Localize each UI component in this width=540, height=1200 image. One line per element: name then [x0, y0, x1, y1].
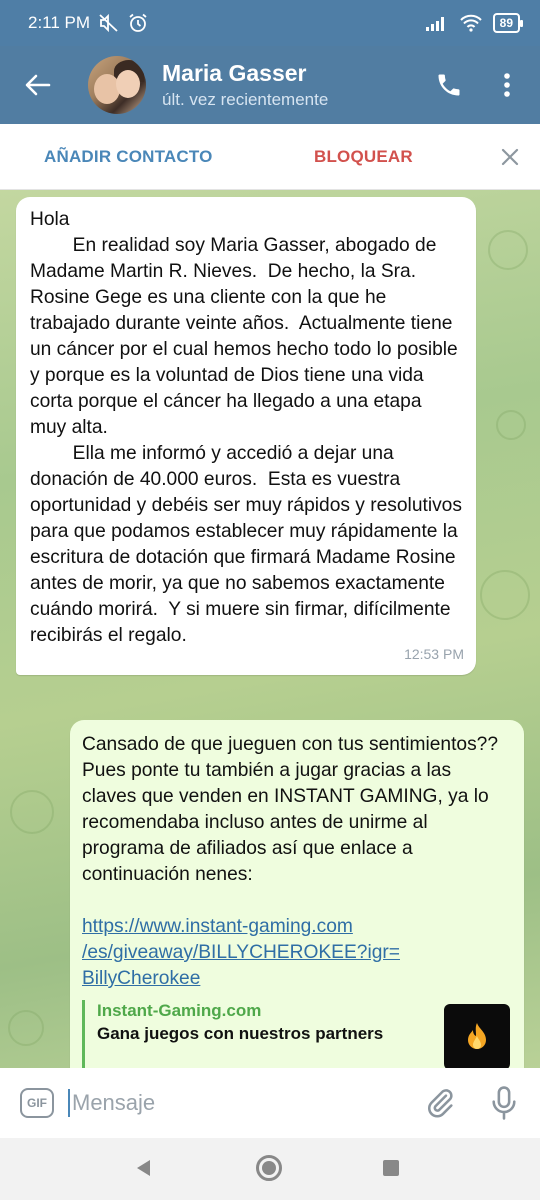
system-nav-bar [0, 1138, 540, 1200]
phone-icon [438, 74, 460, 96]
add-contact-button[interactable]: AÑADIR CONTACTO [44, 147, 213, 167]
link-preview[interactable]: Instant-Gaming.com Gana juegos con nuest… [82, 1000, 510, 1068]
attach-button[interactable] [424, 1087, 456, 1119]
wifi-icon [459, 14, 482, 32]
call-button[interactable] [416, 46, 482, 124]
text-cursor [68, 1089, 70, 1117]
incoming-message[interactable]: Hola En realidad soy Maria Gasser, aboga… [16, 197, 476, 675]
close-action-bar-button[interactable] [496, 143, 524, 171]
mute-icon [99, 13, 118, 33]
message-time: 12:53 PM [404, 646, 464, 662]
flame-icon [468, 1023, 486, 1049]
background-doodle [496, 410, 526, 440]
signal-icon [425, 17, 444, 31]
close-icon [501, 148, 519, 166]
contact-info[interactable]: Maria Gasser últ. vez recientemente [162, 59, 416, 111]
block-button[interactable]: BLOQUEAR [314, 147, 413, 167]
message-input-bar: GIF Mensaje [0, 1068, 540, 1138]
background-doodle [10, 790, 54, 834]
status-bar: 2:11 PM 89 [0, 0, 540, 46]
nav-recents-icon[interactable] [383, 1160, 399, 1176]
more-vertical-icon [504, 73, 510, 97]
message-input[interactable]: Mensaje [72, 1088, 155, 1118]
background-doodle [8, 1010, 44, 1046]
background-doodle [480, 570, 530, 620]
message-text: Hola En realidad soy Maria Gasser, aboga… [30, 209, 462, 646]
battery-icon: 89 [492, 13, 524, 33]
outgoing-message[interactable]: Cansado de que jueguen con tus sentimien… [70, 720, 524, 1068]
mic-button[interactable] [488, 1085, 520, 1121]
mic-icon [492, 1086, 516, 1120]
status-time: 2:11 PM [28, 13, 91, 32]
contact-action-bar: AÑADIR CONTACTO BLOQUEAR [0, 124, 540, 190]
more-button[interactable] [482, 46, 532, 124]
message-link[interactable]: https://www.instant-gaming.com /es/givea… [82, 914, 510, 992]
chat-header: Maria Gasser últ. vez recientemente [0, 46, 540, 124]
contact-name: Maria Gasser [162, 60, 307, 86]
nav-home-icon[interactable] [256, 1155, 282, 1181]
avatar[interactable] [88, 56, 146, 114]
nav-back-icon[interactable] [134, 1158, 152, 1178]
message-text: Cansado de que jueguen con tus sentimien… [82, 734, 504, 885]
back-arrow-icon [25, 74, 51, 96]
alarm-icon [129, 13, 147, 32]
back-button[interactable] [0, 46, 76, 124]
attach-icon [428, 1089, 453, 1118]
chat-area[interactable]: Hola En realidad soy Maria Gasser, aboga… [0, 190, 540, 1068]
preview-thumbnail [444, 1004, 510, 1068]
gif-icon[interactable]: GIF [20, 1088, 54, 1118]
background-doodle [488, 230, 528, 270]
contact-status: últ. vez recientemente [162, 90, 329, 109]
